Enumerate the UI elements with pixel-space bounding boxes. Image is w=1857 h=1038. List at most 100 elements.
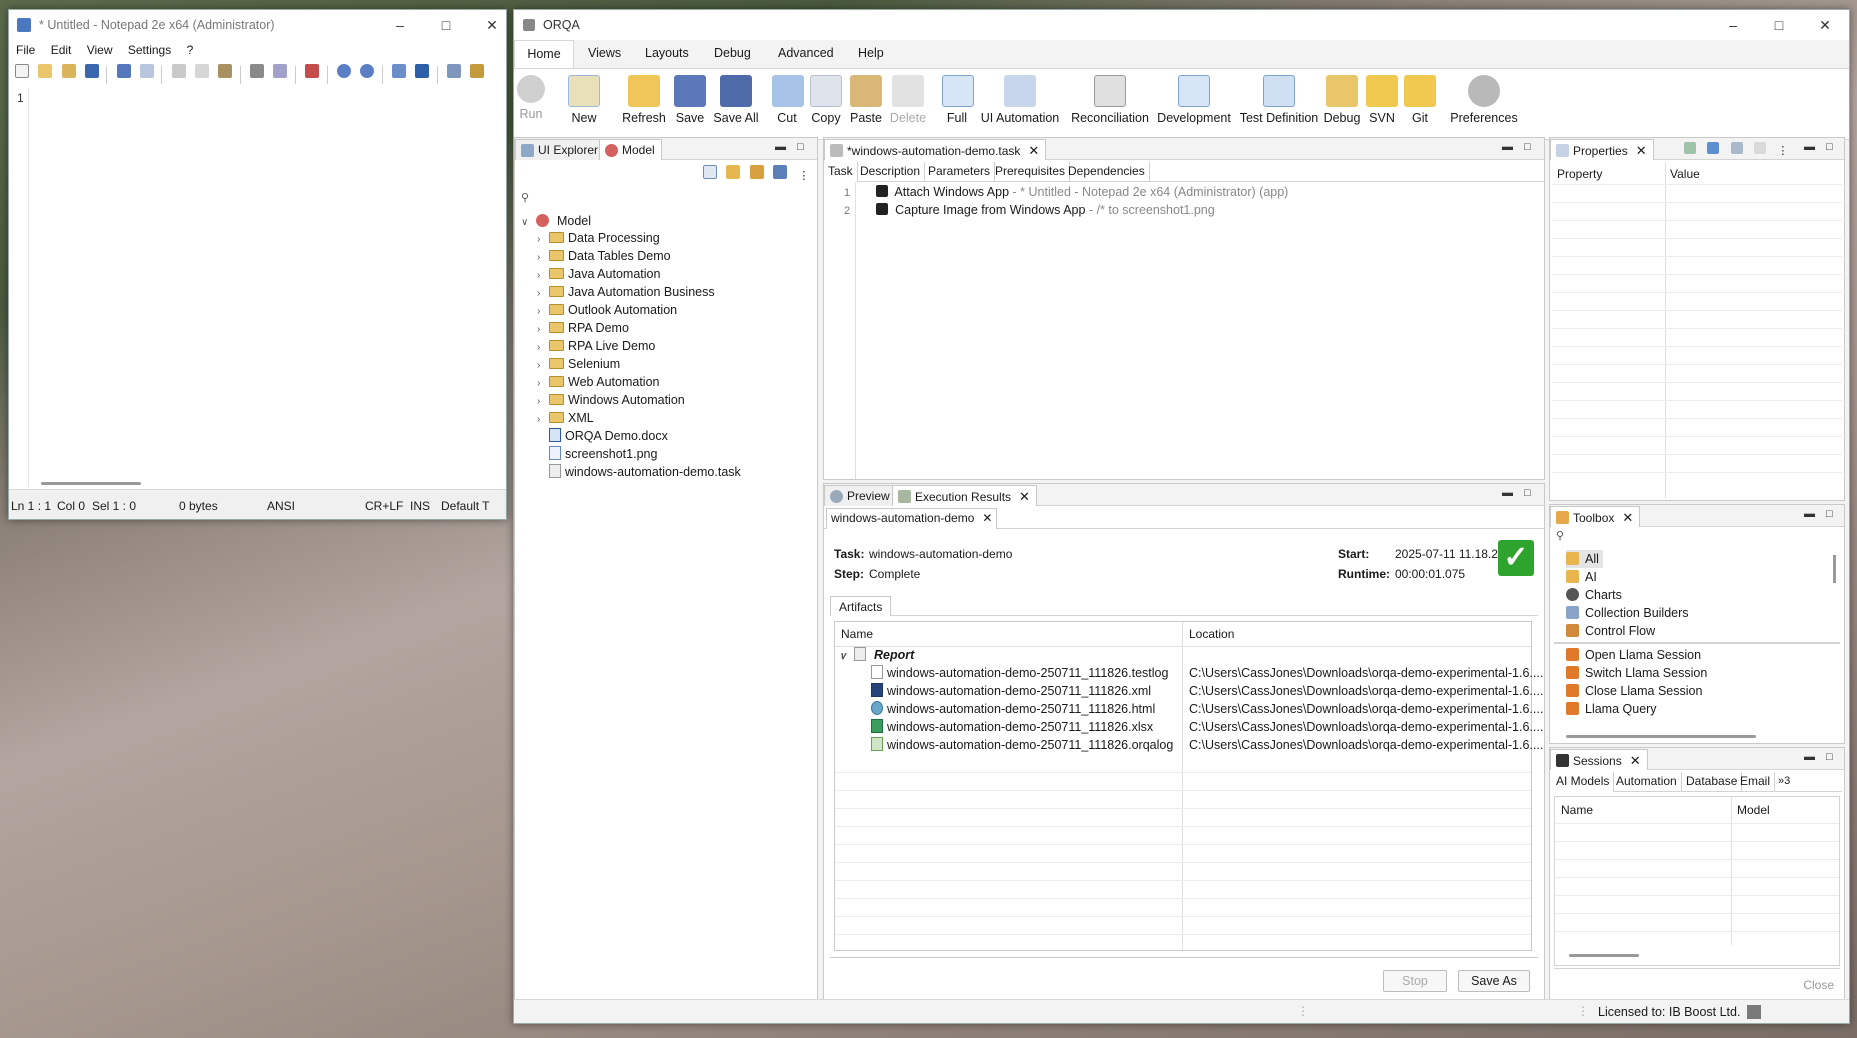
tree-folder[interactable]: › Selenium	[537, 355, 620, 373]
maximize-panel-icon[interactable]: □	[1826, 751, 1833, 763]
tab-toolbox[interactable]: Toolbox ✕	[1550, 506, 1641, 527]
svn-button[interactable]: SVN	[1366, 75, 1398, 125]
tree-folder[interactable]: › Data Tables Demo	[537, 247, 671, 265]
tab-help[interactable]: Help	[858, 46, 884, 60]
full-button[interactable]: Full	[942, 75, 974, 125]
minimize-icon[interactable]: –	[1710, 10, 1756, 40]
preferences-button[interactable]: Preferences	[1446, 75, 1522, 125]
save-all-button[interactable]: Save All	[712, 75, 760, 125]
tree-folder[interactable]: › RPA Live Demo	[537, 337, 655, 355]
test-definition-button[interactable]: Test Definition	[1238, 75, 1320, 125]
menu-view[interactable]: View	[87, 43, 113, 57]
goto-icon[interactable]	[305, 64, 320, 78]
tree-folder[interactable]: › Java Automation Business	[537, 283, 715, 301]
toolbox-category[interactable]: All	[1566, 550, 1603, 568]
chevron-right-icon[interactable]: ›	[537, 411, 549, 429]
refresh-button[interactable]: Refresh	[622, 75, 666, 125]
column-header-property[interactable]: Property	[1557, 167, 1602, 181]
minimize-panel-icon[interactable]: ▬	[775, 141, 786, 153]
minimize-panel-icon[interactable]: ▬	[1502, 487, 1513, 499]
toolbox-category[interactable]: Collection Builders	[1566, 604, 1689, 622]
pin-icon[interactable]	[1684, 142, 1696, 154]
copy-button[interactable]: Copy	[809, 75, 843, 125]
chevron-down-icon[interactable]: ∨	[839, 648, 851, 666]
tree-folder[interactable]: › Outlook Automation	[537, 301, 677, 319]
table-row[interactable]: windows-automation-demo-250711_111826.te…	[871, 664, 1168, 682]
search-icon[interactable]: ⚲	[1556, 529, 1564, 542]
toolbox-hscrollbar[interactable]	[1566, 735, 1756, 738]
chevron-down-icon[interactable]: ∨	[521, 214, 533, 232]
toolbox-category[interactable]: Control Flow	[1566, 622, 1655, 640]
table-row[interactable]: windows-automation-demo-250711_111826.xm…	[871, 682, 1151, 700]
tab-artifacts[interactable]: Artifacts	[830, 596, 892, 616]
layout-icon[interactable]	[773, 165, 788, 179]
tab-execution-results[interactable]: Execution Results ✕	[892, 485, 1037, 506]
maximize-icon[interactable]: □	[423, 10, 469, 40]
column-header-location[interactable]: Location	[1189, 627, 1234, 641]
wordwrap-icon[interactable]	[415, 64, 430, 78]
toolbox-vscrollbar[interactable]	[1833, 555, 1836, 583]
view-menu-icon[interactable]: ⋮	[1777, 145, 1788, 157]
subtab-run[interactable]: windows-automation-demo ✕	[826, 508, 998, 529]
sessions-hscrollbar[interactable]	[1569, 954, 1639, 957]
menu-edit[interactable]: Edit	[51, 43, 72, 57]
git-button[interactable]: Git	[1404, 75, 1436, 125]
tab-task-file[interactable]: *windows-automation-demo.task ✕	[824, 139, 1047, 160]
tree-file-png[interactable]: screenshot1.png	[549, 445, 657, 463]
tab-preview[interactable]: Preview	[824, 485, 897, 506]
toolbox-item[interactable]: Open Llama Session	[1566, 646, 1701, 664]
maximize-icon[interactable]: □	[1756, 10, 1802, 40]
close-icon[interactable]: ✕	[1028, 143, 1039, 158]
close-icon[interactable]: ✕	[1622, 510, 1633, 525]
subtab-automation[interactable]: Automation	[1612, 772, 1682, 792]
column-header-name[interactable]: Name	[841, 627, 873, 641]
scheme-icon[interactable]	[391, 64, 406, 78]
cut-button[interactable]: Cut	[772, 75, 804, 125]
tab-ui-explorer[interactable]: UI Explorer	[515, 139, 606, 160]
close-icon[interactable]: ✕	[982, 511, 992, 525]
table-row[interactable]: windows-automation-demo-250711_111826.or…	[871, 736, 1173, 754]
save-icon[interactable]	[85, 64, 100, 78]
browse-icon[interactable]	[61, 64, 76, 78]
minimize-icon[interactable]: –	[377, 10, 423, 40]
notepad-hscrollbar[interactable]	[41, 482, 141, 485]
maximize-panel-icon[interactable]: □	[1826, 508, 1833, 520]
tree-folder[interactable]: › Web Automation	[537, 373, 660, 391]
collapse-all-icon[interactable]	[703, 165, 717, 179]
tree-folder[interactable]: › XML	[537, 409, 594, 427]
replace-icon[interactable]	[273, 64, 288, 78]
close-icon[interactable]: ✕	[469, 10, 515, 40]
subtab-ai-models[interactable]: AI Models	[1552, 772, 1615, 792]
close-icon[interactable]: ✕	[1630, 753, 1641, 768]
tree-folder[interactable]: › Windows Automation	[537, 391, 685, 409]
menu-file[interactable]: File	[16, 43, 35, 57]
paste-button[interactable]: Paste	[848, 75, 884, 125]
minimize-panel-icon[interactable]: ▬	[1804, 508, 1815, 520]
redo-icon[interactable]	[140, 64, 155, 78]
close-button[interactable]: Close	[1803, 978, 1834, 992]
find-icon[interactable]	[250, 64, 265, 78]
paste-icon[interactable]	[218, 64, 233, 78]
report-group[interactable]: ∨ Report	[839, 646, 914, 664]
stop-button[interactable]: Stop	[1383, 970, 1447, 992]
tab-layouts[interactable]: Layouts	[645, 46, 689, 60]
subtab-task[interactable]: Task	[824, 162, 858, 182]
advanced-icon[interactable]	[1754, 142, 1767, 154]
table-row[interactable]: windows-automation-demo-250711_111826.ht…	[871, 700, 1155, 718]
tree-folder[interactable]: › Java Automation	[537, 265, 660, 283]
column-header-value[interactable]: Value	[1670, 167, 1700, 181]
tree-folder[interactable]: › RPA Demo	[537, 319, 629, 337]
tab-views[interactable]: Views	[588, 46, 621, 60]
notepad-titlebar[interactable]: * Untitled - Notepad 2e x64 (Administrat…	[9, 10, 506, 40]
tab-properties[interactable]: Properties ✕	[1550, 139, 1654, 160]
close-icon[interactable]: ✕	[1636, 143, 1647, 158]
open-folder-icon[interactable]	[38, 64, 53, 78]
minimize-panel-icon[interactable]: ▬	[1804, 751, 1815, 763]
toolbox-item[interactable]: Close Llama Session	[1566, 682, 1702, 700]
toolbox-item[interactable]: Llama Query	[1566, 700, 1657, 718]
maximize-panel-icon[interactable]: □	[1524, 141, 1531, 153]
table-row[interactable]: windows-automation-demo-250711_111826.xl…	[871, 718, 1153, 736]
close-icon[interactable]: ✕	[1802, 10, 1848, 40]
development-button[interactable]: Development	[1156, 75, 1232, 125]
cut-icon[interactable]	[171, 64, 186, 78]
